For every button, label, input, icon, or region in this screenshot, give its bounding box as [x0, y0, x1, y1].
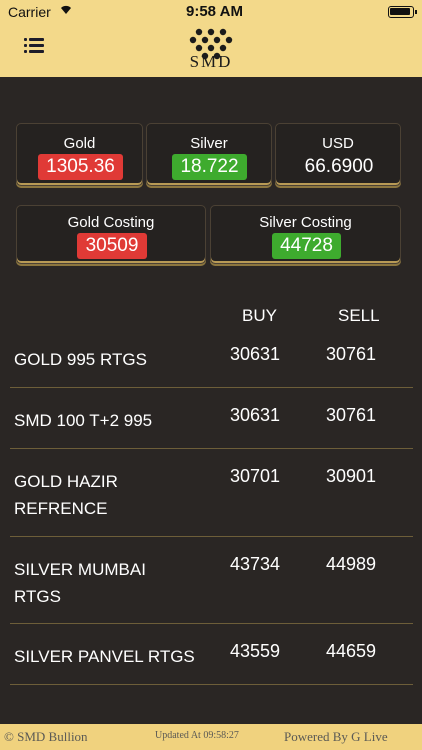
sell-column-header: SELL — [338, 306, 380, 325]
usd-rate-value: 66.6900 — [304, 156, 374, 177]
menu-dot — [24, 38, 27, 41]
usd-rate-label: USD — [322, 135, 354, 152]
powered-by-text: Powered By G Live — [284, 729, 388, 744]
gold-costing-label: Gold Costing — [67, 214, 155, 231]
sell-price: 30761 — [326, 344, 377, 364]
gold-costing-value: 30509 — [77, 233, 147, 259]
wifi-icon — [61, 5, 71, 14]
menu-button[interactable] — [24, 38, 44, 53]
carrier-label: Carrier — [8, 4, 51, 20]
silver-costing-card: Silver Costing 44728 — [210, 205, 401, 264]
menu-line — [29, 44, 44, 47]
row-divider — [10, 448, 413, 449]
silver-rate-label: Silver — [190, 135, 228, 152]
footer-bar: © SMD Bullion Updated At 09:58:27 Powere… — [0, 724, 422, 750]
gold-rate-label: Gold — [63, 135, 96, 152]
usd-rate-card: USD 66.6900 — [275, 123, 401, 186]
row-divider — [10, 536, 413, 537]
copyright-text: © SMD Bullion — [4, 729, 88, 744]
commodity-name: SILVER PANVEL RTGS — [14, 647, 195, 666]
sell-price: 30761 — [326, 405, 377, 425]
menu-dot — [24, 44, 27, 47]
battery-icon — [388, 6, 417, 18]
silver-rate-value: 18.722 — [172, 154, 247, 180]
row-divider — [10, 623, 413, 624]
buy-price: 30701 — [230, 466, 281, 486]
commodity-name: SMD 100 T+2 995 — [14, 411, 153, 430]
gold-costing-card: Gold Costing 30509 — [16, 205, 206, 264]
commodity-name: SILVER MUMBAI RTGS — [14, 560, 146, 606]
gold-rate-card: Gold 1305.36 — [16, 123, 143, 186]
commodity-name: GOLD HAZIR REFRENCE — [14, 472, 118, 518]
sell-price: 44989 — [326, 554, 377, 574]
silver-costing-value: 44728 — [272, 233, 341, 259]
silver-rate-card: Silver 18.722 — [146, 123, 272, 186]
sell-price: 30901 — [326, 466, 377, 486]
sell-price: 44659 — [326, 641, 377, 661]
updated-time-text: Updated At 09:58:27 — [155, 730, 239, 741]
buy-price: 43734 — [230, 554, 281, 574]
logo-text: SMD — [189, 52, 233, 71]
silver-costing-label: Silver Costing — [259, 214, 352, 231]
buy-price: 30631 — [230, 344, 281, 364]
menu-line — [29, 38, 44, 41]
top-bar: Carrier 9:58 AM SMD — [0, 0, 422, 77]
commodity-name: GOLD 995 RTGS — [14, 350, 147, 369]
row-divider — [10, 387, 413, 388]
row-divider — [10, 684, 413, 685]
buy-price: 43559 — [230, 641, 281, 661]
gold-rate-value: 1305.36 — [38, 154, 123, 180]
buy-column-header: BUY — [242, 306, 277, 325]
buy-price: 30631 — [230, 405, 281, 425]
